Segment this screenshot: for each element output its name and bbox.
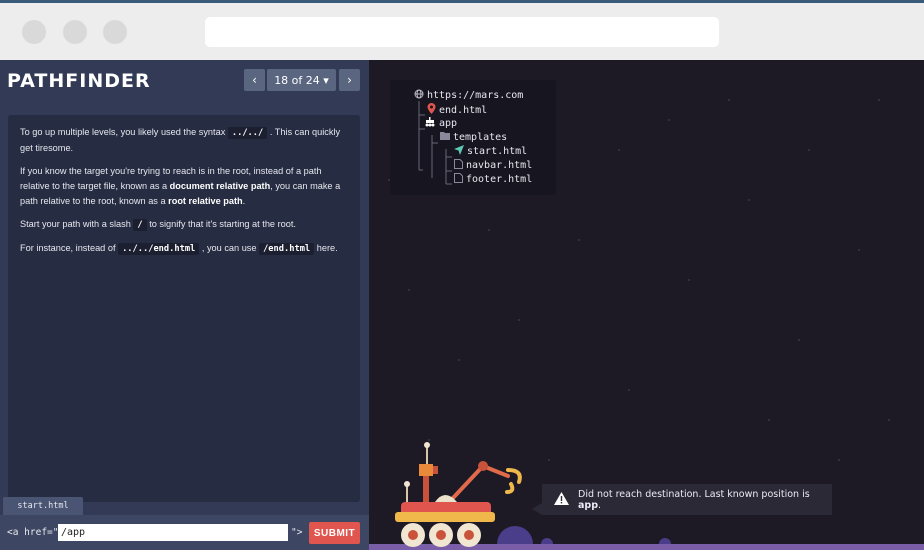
tree-root-label: https://mars.com <box>427 90 524 101</box>
tree-item-label: start.html <box>467 146 528 157</box>
tree-item-label: app <box>439 118 458 129</box>
lesson-paragraph: Start your path with a slash / to signif… <box>20 217 348 233</box>
href-suffix: "> <box>291 527 303 538</box>
text: to signify that it's starting at the roo… <box>149 219 296 229</box>
tree-item-navbar-html: navbar.html <box>454 159 532 172</box>
file-icon <box>454 159 463 172</box>
tree-item-templates: templates <box>440 131 507 143</box>
submit-button[interactable]: SUBMIT <box>309 522 360 544</box>
globe-icon <box>414 89 424 102</box>
term-document-relative: document relative path <box>169 181 271 191</box>
next-level-button[interactable]: › <box>339 69 360 91</box>
file-tree: https://mars.com end.html app templates … <box>390 80 556 195</box>
lesson-paragraph: For instance, instead of ../../end.html … <box>20 241 348 257</box>
address-bar[interactable] <box>205 17 719 47</box>
text: here. <box>316 243 338 253</box>
toast-message: Did not reach destination. Last known po… <box>578 489 832 511</box>
text: Start your path with a slash <box>20 219 131 229</box>
tree-item-start-html: start.html <box>454 145 527 158</box>
tree-item-end-html: end.html <box>427 103 487 117</box>
lesson-pane: PATHFINDER ‹ 18 of 24 ▾ › To go up multi… <box>0 60 369 550</box>
inline-code: / <box>133 219 147 231</box>
rover-illustration <box>395 442 522 547</box>
window-close-dot[interactable] <box>22 20 46 44</box>
file-tab[interactable]: start.html <box>3 497 83 515</box>
file-icon <box>454 173 463 186</box>
window-maximize-dot[interactable] <box>103 20 127 44</box>
inline-code: ../../end.html <box>118 243 200 255</box>
app-logo: PATHFINDER <box>7 70 151 92</box>
inline-code: /end.html <box>259 243 315 255</box>
prev-level-button[interactable]: ‹ <box>244 69 265 91</box>
term-root-relative: root relative path <box>168 196 243 206</box>
text: . <box>242 196 246 206</box>
code-editor: <a href=" "> SUBMIT <box>0 515 369 550</box>
lesson-paragraph: To go up multiple levels, you likely use… <box>20 125 348 156</box>
tree-item-label: footer.html <box>466 174 533 185</box>
text: To go up multiple levels, you likely use… <box>20 127 226 137</box>
text: For instance, instead of <box>20 243 116 253</box>
rover-icon <box>424 117 436 130</box>
toast-position: app <box>578 499 599 511</box>
href-input[interactable] <box>58 524 288 541</box>
tree-item-footer-html: footer.html <box>454 173 532 186</box>
window-minimize-dot[interactable] <box>63 20 87 44</box>
tree-item-label: templates <box>453 131 508 143</box>
toast-end: . <box>598 499 602 511</box>
toast-text: Did not reach destination. Last known po… <box>578 488 810 500</box>
warning-icon <box>554 491 569 508</box>
text: , you can use <box>201 243 257 253</box>
map-pin-icon <box>427 103 436 117</box>
tree-root: https://mars.com <box>414 89 523 102</box>
game-viewport: https://mars.com end.html app templates … <box>369 60 924 550</box>
folder-icon <box>440 131 450 143</box>
tree-item-label: end.html <box>439 104 488 116</box>
level-select[interactable]: 18 of 24 ▾ <box>267 69 336 91</box>
inline-code: ../../ <box>227 127 268 139</box>
status-toast: Did not reach destination. Last known po… <box>532 484 832 515</box>
browser-chrome <box>0 0 924 60</box>
href-prefix: <a href=" <box>7 527 59 538</box>
tree-item-app: app <box>424 117 457 130</box>
lesson-text: To go up multiple levels, you likely use… <box>8 115 360 502</box>
lesson-paragraph: If you know the target you're trying to … <box>20 164 348 209</box>
tree-item-label: navbar.html <box>466 160 533 171</box>
navigation-arrow-icon <box>454 145 464 158</box>
header: PATHFINDER ‹ 18 of 24 ▾ › <box>0 60 369 100</box>
